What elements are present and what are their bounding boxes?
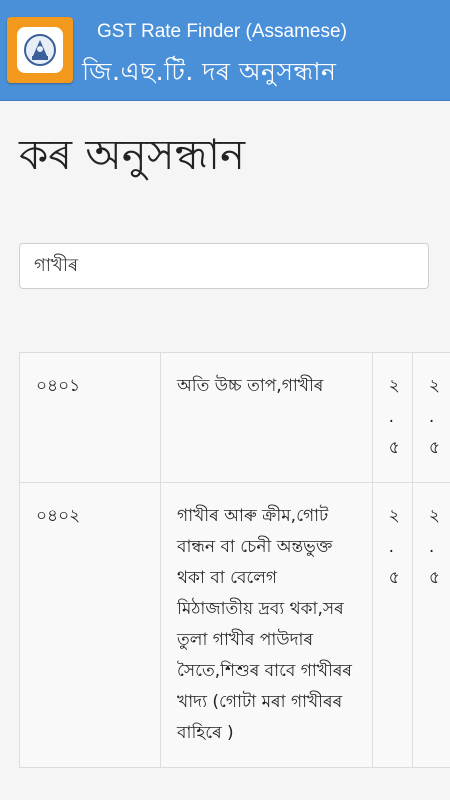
rate-cell: ২.৫ <box>411 482 450 768</box>
rate-cell: ২.৫ <box>411 352 450 483</box>
app-title-english: GST Rate Finder (Assamese) <box>97 21 347 42</box>
search-input[interactable] <box>19 243 429 289</box>
app-header: GST Rate Finder (Assamese) জি.এছ.টি. দৰ … <box>0 0 450 101</box>
rate-cell: ২.৫ <box>371 352 413 483</box>
description-cell: অতি উচ্চ তাপ,গাখীৰ <box>160 352 373 483</box>
table-row[interactable]: ০৪০২ গাখীৰ আৰু ক্ৰীম,গোট বান্ধন বা চেনী … <box>18 482 450 768</box>
app-title-assamese: জি.এছ.টি. দৰ অনুসন্ধান <box>82 57 337 86</box>
results-table: ০৪০১ অতি উচ্চ তাপ,গাখীৰ ২.৫ ২.৫ ০৪০২ গাখ… <box>18 352 450 768</box>
hsn-code-cell: ০৪০২ <box>18 482 162 768</box>
rate-cell: ২.৫ <box>371 482 413 768</box>
emblem-logo-icon <box>17 27 63 73</box>
app-logo[interactable] <box>7 17 73 83</box>
page-title: কৰ অনুসন্ধান <box>19 130 246 179</box>
hsn-code-cell: ০৪০১ <box>18 352 162 483</box>
table-row[interactable]: ০৪০১ অতি উচ্চ তাপ,গাখীৰ ২.৫ ২.৫ <box>18 352 450 483</box>
description-cell: গাখীৰ আৰু ক্ৰীম,গোট বান্ধন বা চেনী অন্তভ… <box>160 482 373 768</box>
